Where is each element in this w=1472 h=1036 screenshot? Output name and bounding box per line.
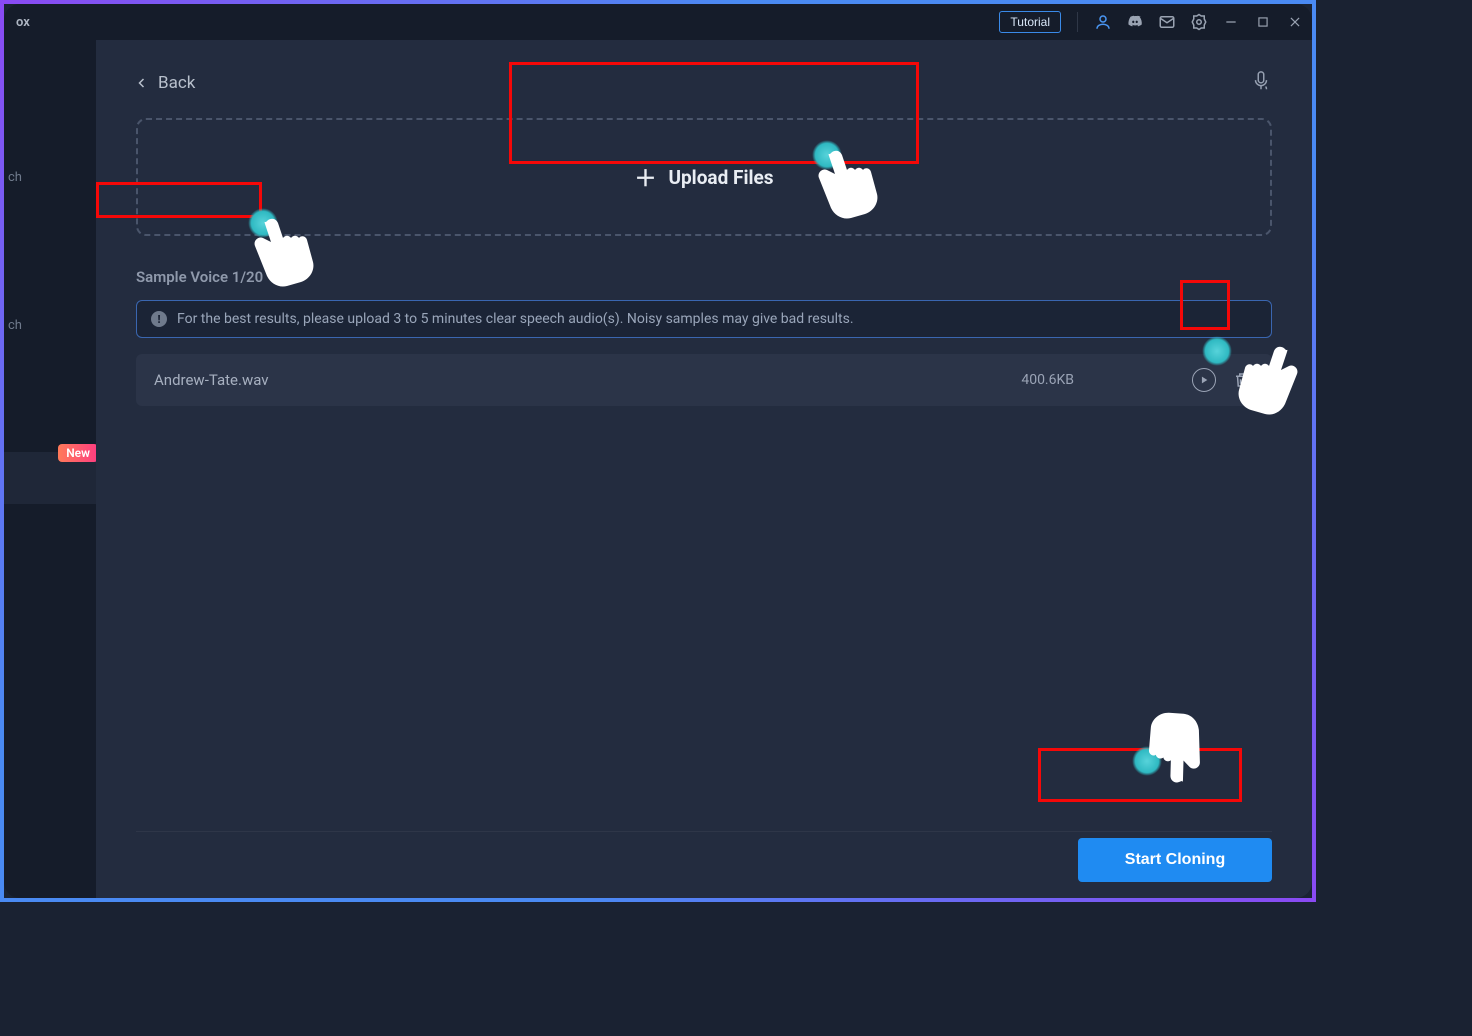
info-bar: ! For the best results, please upload 3 …: [136, 300, 1272, 338]
info-text: For the best results, please upload 3 to…: [177, 311, 854, 327]
new-badge: New: [58, 444, 98, 462]
sidebar: ch ch New: [4, 40, 96, 898]
file-size: 400.6KB: [1021, 372, 1074, 388]
main-panel: Back ＋ Upload Files Sample Voice 1/20 ! …: [96, 40, 1312, 898]
uploaded-file-row: Andrew-Tate.wav 400.6KB: [136, 354, 1272, 406]
settings-icon[interactable]: [1190, 13, 1208, 31]
delete-button[interactable]: [1230, 368, 1254, 392]
sidebar-item-b[interactable]: ch: [4, 318, 22, 333]
sample-voice-title: Sample Voice 1/20: [136, 268, 1272, 286]
user-icon[interactable]: [1094, 13, 1112, 31]
upload-label: Upload Files: [668, 166, 773, 189]
titlebar-separator: [1077, 12, 1078, 32]
footer-divider: [136, 831, 1272, 832]
tutorial-button[interactable]: Tutorial: [999, 11, 1061, 33]
sidebar-item-active[interactable]: New: [4, 452, 96, 504]
upload-dropzone[interactable]: ＋ Upload Files: [136, 118, 1272, 236]
voice-settings-icon[interactable]: [1250, 70, 1272, 96]
app-title-fragment: ox: [16, 15, 30, 30]
maximize-button[interactable]: [1254, 13, 1272, 31]
discord-icon[interactable]: [1126, 13, 1144, 31]
back-button[interactable]: Back: [136, 73, 195, 93]
titlebar: ox Tutorial: [4, 4, 1312, 40]
sidebar-item-a[interactable]: ch: [4, 170, 22, 185]
play-button[interactable]: [1192, 368, 1216, 392]
close-button[interactable]: [1286, 13, 1304, 31]
highlight-start: [1038, 748, 1242, 802]
file-name: Andrew-Tate.wav: [154, 371, 1007, 389]
minimize-button[interactable]: [1222, 13, 1240, 31]
back-label: Back: [158, 73, 195, 93]
info-icon: !: [151, 311, 167, 327]
chevron-left-icon: [136, 77, 148, 89]
mail-icon[interactable]: [1158, 13, 1176, 31]
plus-icon: ＋: [634, 161, 656, 193]
start-cloning-button[interactable]: Start Cloning: [1078, 838, 1272, 882]
pointer-hand-start: [1108, 680, 1218, 790]
